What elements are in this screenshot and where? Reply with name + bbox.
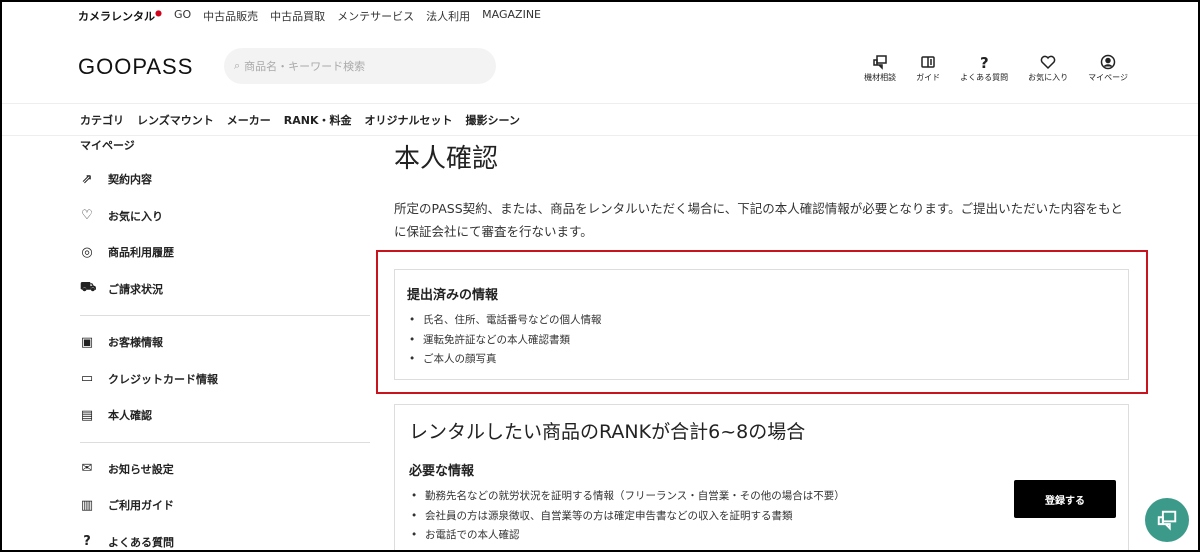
sidebar-item-customer-info[interactable]: ▣ お客様情報 xyxy=(80,324,370,361)
mypage-button[interactable]: マイページ xyxy=(1088,54,1128,83)
sidebar-item-credit-card[interactable]: ▭ クレジットカード情報 xyxy=(80,361,370,398)
list-item: ご本人の顔写真 xyxy=(407,350,1116,370)
top-nav-item[interactable]: MAGAZINE xyxy=(482,8,541,24)
heart-icon xyxy=(1040,55,1056,70)
sidebar-item-faq[interactable]: ? よくある質問 xyxy=(80,524,370,551)
category-nav-item[interactable]: レンズマウント xyxy=(137,112,214,128)
contract-icon: ⇗ xyxy=(81,171,93,187)
mail-icon: ✉ xyxy=(81,461,93,477)
guide-icon: ▥ xyxy=(80,497,94,513)
dot-mark: ● xyxy=(155,8,162,18)
svg-text:?: ? xyxy=(980,54,989,70)
sidebar-item-guide[interactable]: ▥ ご利用ガイド xyxy=(80,487,370,524)
sidebar-item-notifications[interactable]: ✉ お知らせ設定 xyxy=(80,451,370,488)
list-item: 運転免許証などの本人確認書類 xyxy=(407,331,1116,351)
question-icon: ? xyxy=(83,534,91,550)
sidebar-item-label: 本人確認 xyxy=(108,409,152,423)
guide-icon xyxy=(921,56,935,68)
search-input[interactable]: ⌕ 商品名・キーワード検索 xyxy=(224,48,496,84)
rank-heading: レンタルしたい商品のRANKが合計6~8の場合 xyxy=(409,421,806,443)
sidebar-item-label: お知らせ設定 xyxy=(108,462,174,476)
top-nav-item[interactable]: 中古品買取 xyxy=(270,8,325,24)
submitted-heading: 提出済みの情報 xyxy=(407,288,499,303)
category-nav-item[interactable]: 撮影シーン xyxy=(466,112,520,128)
page-title: 本人確認 xyxy=(394,144,499,174)
category-nav-item[interactable]: RANK・料金 xyxy=(284,112,352,128)
icon-label: ガイド xyxy=(916,73,941,82)
icon-label: 機材相談 xyxy=(864,73,897,82)
divider xyxy=(80,315,370,316)
sidebar-item-label: ご請求状況 xyxy=(108,282,163,296)
top-nav-camera-rental[interactable]: カメラレンタル● xyxy=(78,8,162,24)
icon-label: よくある質問 xyxy=(960,73,1009,82)
sidebar-item-favorites[interactable]: ♡ お気に入り xyxy=(80,198,370,235)
sidebar-item-label: ご利用ガイド xyxy=(108,499,174,513)
page: カメラレンタル● GO 中古品販売 中古品買取 メンテサービス 法人利用 MAG… xyxy=(2,2,1198,550)
top-nav-item[interactable]: GO xyxy=(174,8,191,24)
heart-icon: ♡ xyxy=(81,208,93,224)
chat-icon xyxy=(1157,510,1177,531)
header-icons: 機材相談 ガイド ? よくある質問 お気に入り マイページ xyxy=(864,54,1128,83)
sidebar-item-history[interactable]: ◎ 商品利用履歴 xyxy=(80,234,370,271)
sidebar-item-label: お気に入り xyxy=(108,209,163,223)
sidebar-item-identity[interactable]: ▤ 本人確認 xyxy=(80,397,370,434)
page-description: 所定のPASS契約、または、商品をレンタルいただく場合に、下記の本人確認情報が必… xyxy=(394,201,1123,239)
consult-button[interactable]: 機材相談 xyxy=(864,54,896,83)
divider xyxy=(80,441,370,443)
rank-info-card: レンタルしたい商品のRANKが合計6~8の場合 必要な情報 勤務先名などの就労状… xyxy=(394,404,1129,550)
sidebar-item-label: よくある質問 xyxy=(108,535,174,549)
favorites-button[interactable]: お気に入り xyxy=(1028,54,1068,83)
chat-button[interactable] xyxy=(1145,498,1189,542)
category-nav-item[interactable]: カテゴリ xyxy=(80,112,124,128)
search-icon: ⌕ xyxy=(234,59,241,72)
camera-history-icon: ◎ xyxy=(81,244,93,260)
top-nav-item[interactable]: メンテサービス xyxy=(337,8,414,24)
category-nav: カテゴリ レンズマウント メーカー RANK・料金 オリジナルセット 撮影シーン xyxy=(80,112,520,128)
credit-card-icon: ▭ xyxy=(80,371,94,387)
list-item: 会社員の方は源泉徴収、自営業等の方は確定申告書などの収入を証明する書類 xyxy=(409,507,1114,527)
register-button[interactable]: 登録する xyxy=(1014,480,1116,518)
guide-button[interactable]: ガイド xyxy=(916,54,940,83)
sidebar-title: マイページ xyxy=(80,139,135,152)
sidebar-item-billing[interactable]: ⛟ ご請求状況 xyxy=(80,271,370,308)
id-badge-icon: ▣ xyxy=(80,334,94,350)
sidebar-item-contract[interactable]: ⇗ 契約内容 xyxy=(80,161,370,198)
top-nav: カメラレンタル● GO 中古品販売 中古品買取 メンテサービス 法人利用 MAG… xyxy=(78,8,541,24)
sidebar: マイページ ⇗ 契約内容 ♡ お気に入り ◎ 商品利用履歴 ⛟ ご請求状況 ▣ お客様情報… xyxy=(80,135,370,550)
list-item: 勤務先名などの就労状況を証明する情報（フリーランス・自営業・その他の場合は不要） xyxy=(409,487,1114,507)
icon-label: マイページ xyxy=(1088,73,1128,82)
question-icon: ? xyxy=(980,54,989,70)
chat-icon xyxy=(873,55,887,70)
search-placeholder: 商品名・キーワード検索 xyxy=(244,60,366,73)
top-nav-item[interactable]: 中古品販売 xyxy=(203,8,258,24)
divider xyxy=(2,103,1198,104)
sidebar-item-label: お客様情報 xyxy=(108,336,163,350)
main-content: 本人確認 所定のPASS契約、または、商品をレンタルいただく場合に、下記の本人確… xyxy=(394,138,1134,243)
sidebar-item-label: 商品利用履歴 xyxy=(108,246,174,260)
sidebar-item-label: 契約内容 xyxy=(108,173,152,187)
faq-button[interactable]: ? よくある質問 xyxy=(960,54,1008,83)
category-nav-item[interactable]: オリジナルセット xyxy=(365,112,453,128)
top-nav-item[interactable]: 法人利用 xyxy=(426,8,470,24)
logo[interactable]: GOOPASS xyxy=(78,54,193,80)
user-icon xyxy=(1100,54,1116,70)
cart-icon: ⛟ xyxy=(80,280,97,296)
id-card-icon: ▤ xyxy=(80,407,94,423)
brand-label: カメラレンタル xyxy=(78,10,155,23)
submitted-info-card: 提出済みの情報 氏名、住所、電話番号などの個人情報 運転免許証などの本人確認書類… xyxy=(394,269,1129,380)
icon-label: お気に入り xyxy=(1028,73,1069,82)
list-item: 氏名、住所、電話番号などの個人情報 xyxy=(407,311,1116,331)
list-item: お電話での本人確認 xyxy=(409,526,1114,546)
required-info-heading: 必要な情報 xyxy=(409,464,475,479)
sidebar-item-label: クレジットカード情報 xyxy=(108,372,218,386)
category-nav-item[interactable]: メーカー xyxy=(227,112,271,128)
